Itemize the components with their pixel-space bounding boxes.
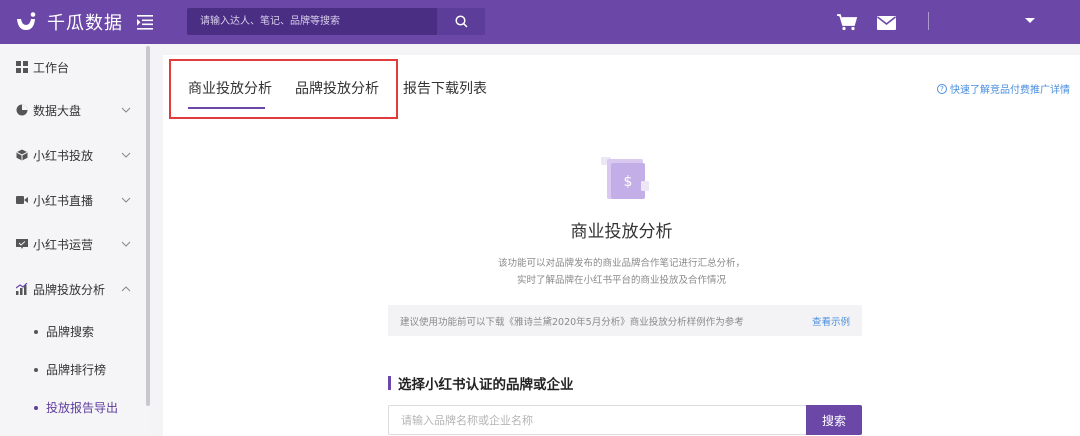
sidebar-subitem-brand-ranking[interactable]: 品牌排行榜 [34,361,106,378]
tab-commercial-analysis[interactable]: 商业投放分析 [188,78,272,98]
sidebar-item-label: 小红书运营 [33,237,94,252]
chevron-down-icon [121,107,131,113]
bar-chart-icon [16,283,28,295]
chevron-up-icon [121,286,131,292]
sidebar-item-label: 工作台 [33,60,70,75]
sidebar-item-label: 数据大盘 [33,103,82,118]
sidebar-subitem-label: 投放报告导出 [46,401,119,415]
sidebar-item-brand-analysis[interactable]: 品牌投放分析 [0,269,146,309]
description-line: 该功能可以对品牌发布的商业品牌合作笔记进行汇总分析， [497,258,745,269]
menu-toggle-icon[interactable] [137,13,153,31]
section-title-text: 选择小红书认证的品牌或企业 [398,377,574,393]
global-search-input[interactable] [187,8,437,35]
view-example-link[interactable]: 查看示例 [812,314,850,328]
chevron-down-icon [121,197,131,203]
help-link-text: 快速了解竞品付费推广详情 [950,85,1070,96]
notice-text: 建议使用功能前可以下载《雅诗兰黛2020年5月分析》商业投放分析样例作为参考 [400,317,744,328]
sidebar-item-xhs-operation[interactable]: 小红书运营 [0,224,146,264]
sidebar-subitem-report-export[interactable]: 投放报告导出 [34,399,118,416]
sidebar-item-xhs-placement[interactable]: 小红书投放 [0,135,146,175]
brand-search-button[interactable]: 搜索 [806,405,862,435]
tab-report-downloads[interactable]: 报告下载列表 [403,78,487,98]
brand-name: 千瓜数据 [47,13,123,34]
chat-icon [16,239,28,249]
hero-title: 商业投放分析 [570,222,673,242]
sidebar-item-xhs-live[interactable]: 小红书直播 [0,180,146,220]
sidebar-item-data-dashboard[interactable]: 数据大盘 [0,90,146,130]
logo[interactable]: 千瓜数据 [14,9,123,35]
sidebar-subitem-brand-search[interactable]: 品牌搜索 [34,323,94,340]
pie-chart-icon [16,104,28,116]
bullet-icon [34,329,38,334]
chevron-down-icon[interactable] [1025,18,1035,23]
sidebar-item-label: 小红书投放 [33,148,94,163]
chevron-down-icon [121,152,131,158]
description-line: 实时了解品牌在小红书平台的商业投放及合作情况 [516,275,726,286]
mail-icon[interactable] [877,16,896,30]
logo-icon [17,12,36,30]
main-panel: 商业投放分析 品牌投放分析 报告下载列表 ? 快速了解竞品付费推广详情 $ 商业… [163,55,1080,436]
video-icon [16,196,28,204]
svg-text:$: $ [624,174,633,190]
header-divider [928,12,929,30]
cart-icon[interactable] [836,13,858,31]
cube-icon [16,149,28,161]
sidebar: 工作台 数据大盘 小红书投放 小红书直播 小红书运营 品牌投放分析 品牌搜索 品… [0,44,150,436]
sidebar-scrollbar[interactable] [146,46,150,406]
sidebar-item-label: 品牌投放分析 [33,282,106,297]
brand-search-input[interactable] [388,405,806,435]
top-bar: 千瓜数据 [0,0,1080,44]
sidebar-item-label: 小红书直播 [33,193,94,208]
section-title-bar [388,376,391,390]
grid-icon [16,61,28,73]
help-link[interactable]: ? 快速了解竞品付费推广详情 [937,81,1070,96]
sidebar-subitem-label: 品牌排行榜 [46,363,107,377]
sidebar-subitem-label: 品牌搜索 [46,325,95,339]
sidebar-item-workbench[interactable]: 工作台 [0,47,146,87]
section-title: 选择小红书认证的品牌或企业 [388,375,574,393]
tab-brand-analysis[interactable]: 品牌投放分析 [295,78,379,98]
global-search [187,8,485,35]
question-icon: ? [937,83,947,94]
notice-bar: 建议使用功能前可以下载《雅诗兰黛2020年5月分析》商业投放分析样例作为参考 查… [388,305,862,336]
analysis-illustration: $ [601,157,649,199]
search-icon [454,15,468,28]
search-button[interactable] [437,8,485,35]
active-tab-underline [188,107,265,109]
chevron-down-icon [121,241,131,247]
bullet-icon [34,367,38,372]
bullet-icon [34,405,38,410]
